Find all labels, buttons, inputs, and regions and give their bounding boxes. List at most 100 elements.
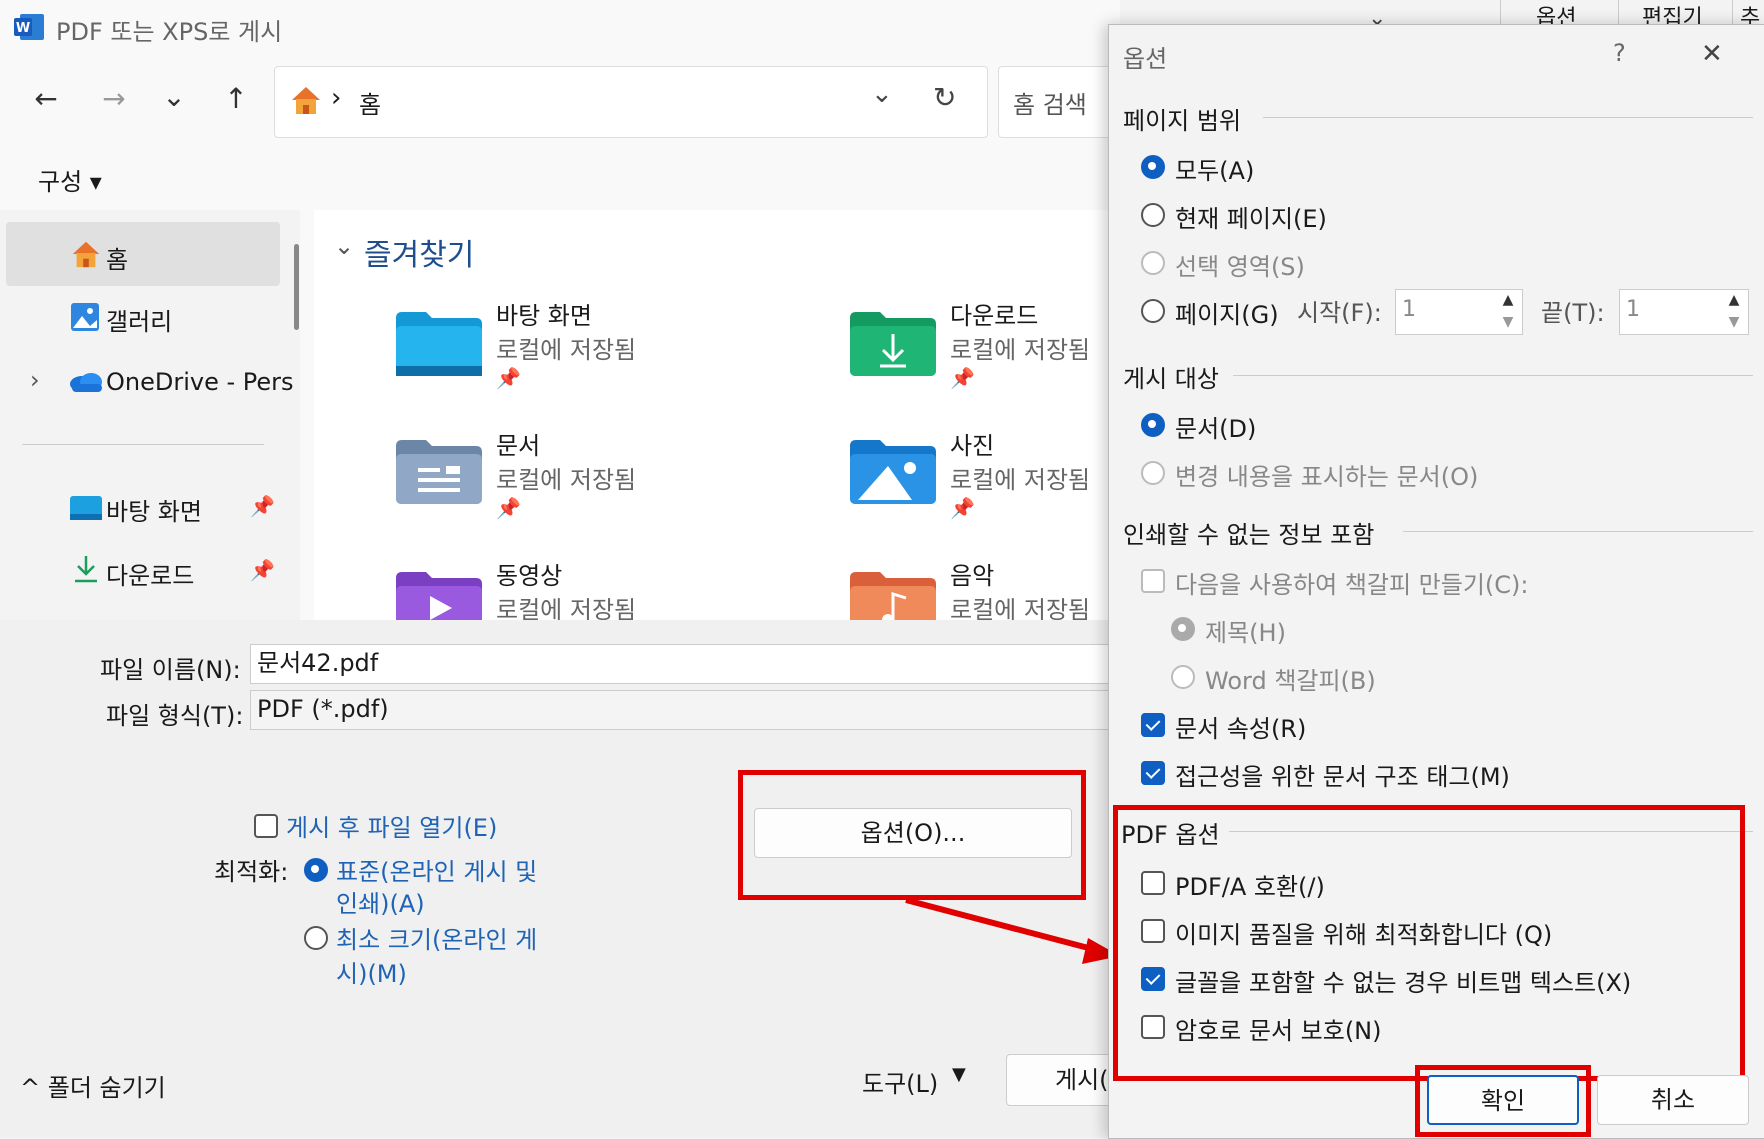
sidebar-scrollbar[interactable] — [294, 244, 299, 330]
publish-markup-radio — [1141, 461, 1165, 485]
spin-up-icon[interactable]: ▲ — [1720, 290, 1748, 310]
spin-down-icon[interactable]: ▼ — [1720, 312, 1748, 332]
bookmarks-word-radio — [1171, 665, 1195, 689]
spin-up-icon[interactable]: ▲ — [1494, 290, 1522, 310]
recent-locations-button[interactable]: ⌄ — [154, 80, 194, 113]
optimize-standard-label[interactable]: 표준(온라인 게시 및 — [336, 852, 537, 887]
publish-markup-label: 변경 내용을 표시하는 문서(O) — [1175, 463, 1479, 491]
folder-name-downloads[interactable]: 다운로드 — [950, 296, 1038, 331]
optimize-minimum-label[interactable]: 최소 크기(온라인 게 — [336, 920, 537, 955]
videos-folder-icon[interactable] — [396, 570, 482, 620]
back-button[interactable]: ← — [26, 82, 66, 115]
filename-field[interactable]: 문서42.pdf — [250, 644, 1130, 684]
sidebar-item-downloads[interactable]: 다운로드 — [106, 556, 194, 591]
page-range-current-radio[interactable] — [1141, 203, 1165, 227]
page-range-current-label[interactable]: 현재 페이지(E) — [1175, 199, 1327, 234]
optimize-standard-label-cont[interactable]: 인쇄)(A) — [336, 884, 425, 919]
page-range-header: 페이지 범위 — [1123, 107, 1242, 135]
forward-button[interactable]: → — [94, 82, 134, 115]
sidebar-item-gallery[interactable]: 갤러리 — [106, 302, 172, 337]
sidebar-item-desktop[interactable]: 바탕 화면 — [106, 492, 202, 527]
publish-document-label[interactable]: 문서(D) — [1175, 409, 1256, 444]
folder-status: 로컬에 저장됨 — [496, 336, 637, 364]
address-dropdown-icon[interactable]: ⌄ — [871, 79, 893, 109]
pin-icon: 📌 — [250, 494, 275, 518]
pin-icon: 📌 — [250, 558, 275, 582]
svg-text:W: W — [16, 21, 30, 36]
help-icon[interactable]: ? — [1613, 39, 1626, 67]
tools-dropdown-icon[interactable]: ▼ — [952, 1064, 966, 1085]
page-range-all-label[interactable]: 모두(A) — [1175, 151, 1254, 186]
ok-button-highlight — [1415, 1065, 1591, 1137]
bookmarks-word-label: Word 책갈피(B) — [1205, 667, 1376, 695]
sidebar-item-onedrive[interactable]: OneDrive - Pers — [106, 368, 294, 396]
desktop-folder-icon — [70, 494, 102, 520]
structure-tags-label[interactable]: 접근성을 위한 문서 구조 태그(M) — [1175, 757, 1510, 792]
address-bar[interactable]: › 홈 ⌄ ↻ — [274, 66, 988, 138]
music-folder-icon[interactable] — [850, 570, 936, 620]
documents-folder-icon[interactable] — [396, 438, 482, 504]
optimize-label: 최적화: — [214, 858, 289, 886]
create-bookmarks-label: 다음을 사용하여 책갈피 만들기(C): — [1175, 571, 1529, 599]
folder-name-pictures[interactable]: 사진 — [950, 426, 994, 461]
organize-menu[interactable]: 구성 ▾ — [38, 162, 102, 197]
to-spinner[interactable]: 1 ▲ ▼ — [1619, 289, 1749, 335]
filename-label: 파일 이름(N): — [100, 656, 241, 684]
pin-icon: 📌 — [496, 366, 521, 390]
refresh-icon[interactable]: ↻ — [933, 81, 956, 114]
structure-tags-checkbox[interactable] — [1141, 761, 1165, 785]
document-properties-label[interactable]: 문서 속성(R) — [1175, 709, 1306, 744]
favorites-chevron-icon[interactable]: ⌄ — [334, 232, 354, 260]
tools-menu[interactable]: 도구(L) — [862, 1064, 938, 1099]
up-button[interactable]: ↑ — [216, 82, 256, 115]
page-range-selection-label: 선택 영역(S) — [1175, 253, 1305, 281]
page-range-all-radio[interactable] — [1141, 155, 1165, 179]
open-after-publish-label[interactable]: 게시 후 파일 열기(E) — [286, 808, 497, 843]
folder-name-videos[interactable]: 동영상 — [496, 556, 562, 591]
folder-name-documents[interactable]: 문서 — [496, 426, 540, 461]
spin-down-icon[interactable]: ▼ — [1494, 312, 1522, 332]
highlight-arrow — [905, 897, 1120, 964]
publish-document-radio[interactable] — [1141, 413, 1165, 437]
hide-folders-toggle[interactable]: ^ 폴더 숨기기 — [20, 1068, 166, 1103]
page-range-pages-radio[interactable] — [1141, 299, 1165, 323]
folder-name-music[interactable]: 음악 — [950, 556, 994, 591]
page-range-pages-label[interactable]: 페이지(G) — [1175, 295, 1279, 330]
bookmarks-headings-radio — [1171, 617, 1195, 641]
from-spinner[interactable]: 1 ▲ ▼ — [1395, 289, 1523, 335]
nonprint-header: 인쇄할 수 없는 정보 포함 — [1123, 521, 1375, 549]
folder-name-desktop[interactable]: 바탕 화면 — [496, 296, 592, 331]
to-label: 끝(T): — [1541, 299, 1605, 327]
optimize-minimum-label-cont[interactable]: 시)(M) — [336, 954, 407, 989]
word-app-icon: W — [14, 12, 46, 42]
close-icon[interactable]: ✕ — [1701, 39, 1723, 69]
gallery-icon — [70, 302, 100, 332]
breadcrumb-separator: › — [331, 83, 342, 113]
home-icon — [70, 238, 102, 270]
folder-status: 로컬에 저장됨 — [950, 466, 1091, 494]
breadcrumb-home[interactable]: 홈 — [359, 85, 381, 120]
page-range-selection-radio — [1141, 251, 1165, 275]
optimize-minimum-radio[interactable] — [304, 926, 328, 950]
filetype-label: 파일 형식(T): — [106, 702, 244, 730]
document-properties-checkbox[interactable] — [1141, 713, 1165, 737]
favorites-header: 즐겨찾기 — [364, 238, 475, 273]
pin-icon: 📌 — [496, 496, 521, 520]
publish-what-header: 게시 대상 — [1123, 365, 1219, 393]
expand-chevron-icon[interactable]: › — [30, 366, 40, 394]
open-after-publish-checkbox[interactable] — [254, 814, 278, 838]
bookmarks-headings-label: 제목(H) — [1205, 619, 1286, 647]
pictures-folder-icon[interactable] — [850, 438, 936, 504]
folder-status: 로컬에 저장됨 — [496, 466, 637, 494]
filetype-select[interactable]: PDF (*.pdf) — [250, 690, 1130, 730]
downloads-folder-icon[interactable] — [850, 310, 936, 376]
desktop-folder-icon[interactable] — [396, 310, 482, 376]
sidebar-selection — [6, 222, 280, 286]
cancel-button[interactable]: 취소 — [1597, 1075, 1749, 1125]
home-icon — [289, 83, 323, 117]
pdf-options-highlight — [1113, 805, 1745, 1081]
onedrive-icon — [68, 370, 104, 394]
sidebar-item-home[interactable]: 홈 — [106, 240, 128, 275]
pin-icon: 📌 — [950, 366, 975, 390]
optimize-standard-radio[interactable] — [304, 858, 328, 882]
